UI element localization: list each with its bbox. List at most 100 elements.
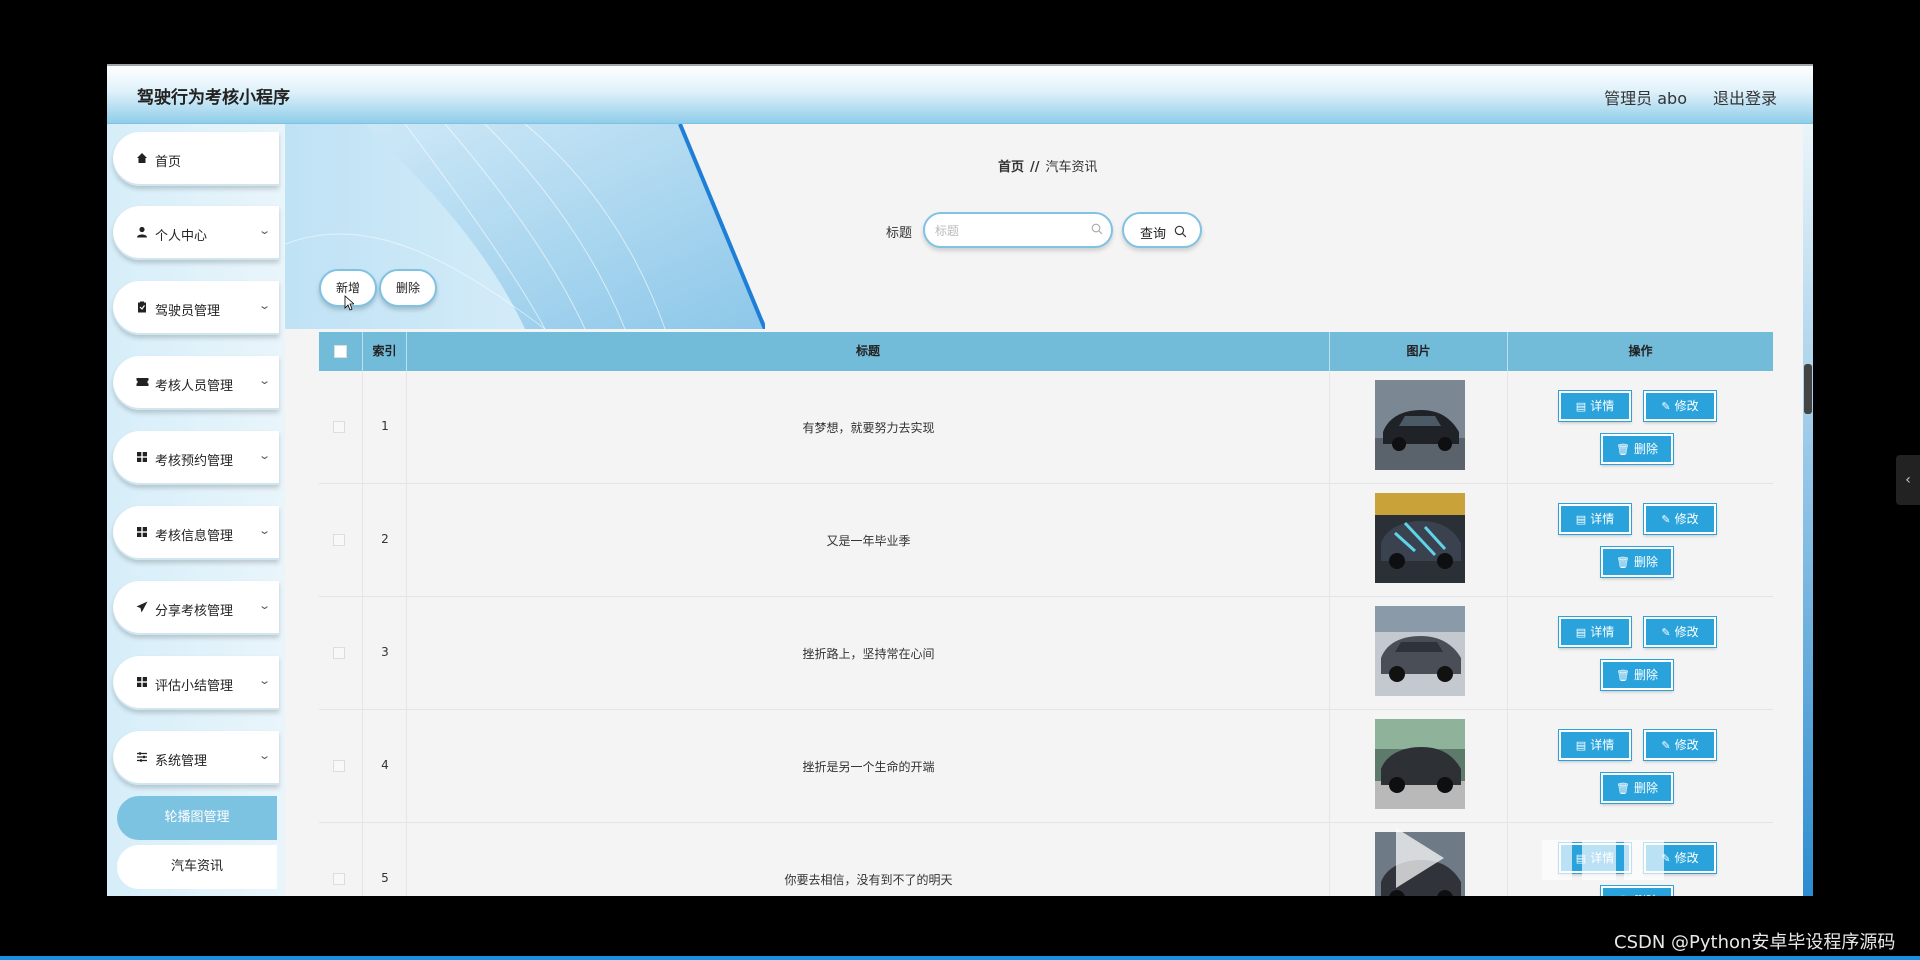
- edit-button[interactable]: ✎ 修改: [1643, 729, 1717, 761]
- detail-button[interactable]: ▤详情: [1558, 729, 1632, 761]
- sidebar-item-personal-center[interactable]: 个人中心 ⌄: [113, 206, 279, 260]
- admin-user-label: 管理员 abo: [1604, 89, 1687, 108]
- breadcrumb-home[interactable]: 首页: [998, 160, 1024, 175]
- row-checkbox[interactable]: [333, 760, 345, 772]
- sidebar-item-label: 分享考核管理: [155, 604, 234, 619]
- detail-button-label: 详情: [1590, 512, 1615, 526]
- vertical-scrollbar[interactable]: [1803, 124, 1813, 896]
- car-thumbnail: [1375, 380, 1465, 470]
- delete-button[interactable]: 🗑删除: [1600, 772, 1674, 804]
- edit-pencil-icon: ✎: [1661, 400, 1671, 413]
- table-row: 2 又是一年毕业季 ▤ 详情 ✎ 修改 🗑 删除: [319, 484, 1773, 597]
- sidebar-item-system-management[interactable]: 系统管理 ⌄: [113, 731, 279, 785]
- select-all-checkbox[interactable]: [334, 345, 347, 358]
- column-header-image: 图片: [1330, 332, 1508, 371]
- row-checkbox[interactable]: [333, 421, 345, 433]
- side-panel-toggle[interactable]: ‹: [1896, 455, 1920, 505]
- chevron-down-icon: ⌄: [257, 524, 271, 537]
- car-thumbnail: [1375, 493, 1465, 583]
- car-thumbnail: [1375, 606, 1465, 696]
- edit-button-label: 修改: [1674, 625, 1699, 639]
- trash-icon: 🗑: [1616, 556, 1630, 569]
- home-icon: [135, 152, 149, 166]
- search-icon: [1091, 223, 1103, 235]
- document-icon: ▤: [1575, 739, 1587, 752]
- sidebar-item-label: 考核人员管理: [155, 379, 234, 394]
- query-button[interactable]: 查询: [1122, 212, 1202, 248]
- sidebar-subitem-car-news[interactable]: 汽车资讯: [117, 845, 277, 889]
- sidebar-item-evaluation-summary-management[interactable]: 评估小结管理 ⌄: [113, 656, 279, 710]
- breadcrumb-separator: //: [1030, 160, 1040, 175]
- row-title: 挫折是另一个生命的开端: [802, 760, 935, 774]
- sidebar-subitem-carousel-management[interactable]: 轮播图管理: [117, 796, 277, 840]
- trash-icon: 🗑: [1616, 669, 1630, 682]
- row-title: 挫折路上，坚持常在心间: [802, 647, 935, 661]
- query-button-label: 查询: [1140, 227, 1167, 242]
- delete-button[interactable]: 🗑删除: [1600, 659, 1674, 691]
- row-index-cell: [363, 823, 407, 896]
- delete-button[interactable]: 🗑删除: [1600, 546, 1674, 578]
- row-checkbox[interactable]: [333, 534, 345, 546]
- select-all-header: [319, 332, 363, 371]
- delete-button[interactable]: 🗑删除: [1600, 433, 1674, 465]
- document-icon: ▤: [1575, 400, 1587, 413]
- sidebar-item-label: 考核预约管理: [155, 454, 234, 469]
- detail-button-label: 详情: [1590, 738, 1615, 752]
- row-title: 你要去相信，没有到不了的明天: [784, 873, 953, 887]
- delete-button-label: 删除: [1633, 668, 1658, 682]
- delete-button-label: 删除: [1633, 442, 1658, 456]
- sidebar-item-driver-management[interactable]: 驾驶员管理 ⌄: [113, 281, 279, 335]
- sidebar: 首页 个人中心 ⌄ 驾驶员管理 ⌄ 考核人员管理 ⌄ 考核预约管理 ⌄ 考核信息…: [107, 124, 285, 896]
- sidebar-item-home[interactable]: 首页: [113, 132, 279, 186]
- logout-link[interactable]: 退出登录: [1713, 85, 1777, 109]
- edit-button-label: 修改: [1674, 399, 1699, 413]
- sidebar-item-examiner-management[interactable]: 考核人员管理 ⌄: [113, 356, 279, 410]
- grid-icon: [135, 526, 149, 540]
- edit-button[interactable]: ✎ 修改: [1643, 503, 1717, 535]
- chevron-down-icon: ⌄: [257, 224, 271, 237]
- row-select-cell: [319, 484, 363, 597]
- scrollbar-thumb[interactable]: [1804, 364, 1812, 414]
- app-title: 驾驶行为考核小程序: [137, 88, 290, 108]
- send-icon: [135, 601, 149, 615]
- sidebar-item-label: 驾驶员管理: [155, 304, 221, 319]
- detail-button[interactable]: ▤详情: [1558, 390, 1632, 422]
- sidebar-item-exam-booking-management[interactable]: 考核预约管理 ⌄: [113, 431, 279, 485]
- edit-button[interactable]: ✎ 修改: [1643, 616, 1717, 648]
- detail-button[interactable]: ▤详情: [1558, 503, 1632, 535]
- chevron-down-icon: ⌄: [257, 674, 271, 687]
- edit-pencil-icon: ✎: [1661, 626, 1671, 639]
- row-title: 有梦想，就要努力去实现: [802, 421, 935, 435]
- sidebar-item-label: 考核信息管理: [155, 529, 234, 544]
- top-header: 驾驶行为考核小程序 管理员 abo 退出登录: [107, 66, 1813, 124]
- main-content: 首页//汽车资讯 标题 查询 新增 删除 索引 标题: [285, 124, 1813, 896]
- edit-button-label: 修改: [1674, 738, 1699, 752]
- watermark-text: CSDN @Python安卓毕设程序源码: [1614, 932, 1896, 953]
- edit-pencil-icon: ✎: [1661, 513, 1671, 526]
- grid-icon: [135, 451, 149, 465]
- edit-button[interactable]: ✎ 修改: [1643, 390, 1717, 422]
- user-icon: [135, 226, 149, 240]
- table-row: 4 挫折是另一个生命的开端 ▤ 详情 ✎ 修改 🗑 删除: [319, 710, 1773, 823]
- row-checkbox[interactable]: [333, 873, 345, 885]
- row-checkbox[interactable]: [333, 647, 345, 659]
- search-input[interactable]: [935, 222, 1085, 240]
- row-select-cell: [319, 597, 363, 710]
- sidebar-item-label: 评估小结管理: [155, 679, 234, 694]
- detail-button-label: 详情: [1590, 399, 1615, 413]
- table-row: 3 挫折路上，坚持常在心间 ▤ 详情 ✎ 修改 🗑 删除: [319, 597, 1773, 710]
- row-index: 2: [381, 532, 389, 546]
- chevron-down-icon: ⌄: [257, 374, 271, 387]
- sidebar-item-share-exam-management[interactable]: 分享考核管理 ⌄: [113, 581, 279, 635]
- ticket-icon: [135, 376, 149, 390]
- detail-button[interactable]: ▤详情: [1558, 616, 1632, 648]
- batch-delete-button[interactable]: 删除: [379, 269, 437, 307]
- breadcrumb: 首页 // 汽车资讯: [998, 156, 1098, 175]
- row-index: 5: [381, 871, 389, 885]
- column-header-actions: 操作: [1628, 344, 1653, 358]
- sidebar-item-exam-info-management[interactable]: 考核信息管理 ⌄: [113, 506, 279, 560]
- row-select-cell: [319, 371, 363, 484]
- row-index: 3: [381, 645, 389, 659]
- chevron-down-icon: ⌄: [257, 749, 271, 762]
- chevron-down-icon: ⌄: [257, 599, 271, 612]
